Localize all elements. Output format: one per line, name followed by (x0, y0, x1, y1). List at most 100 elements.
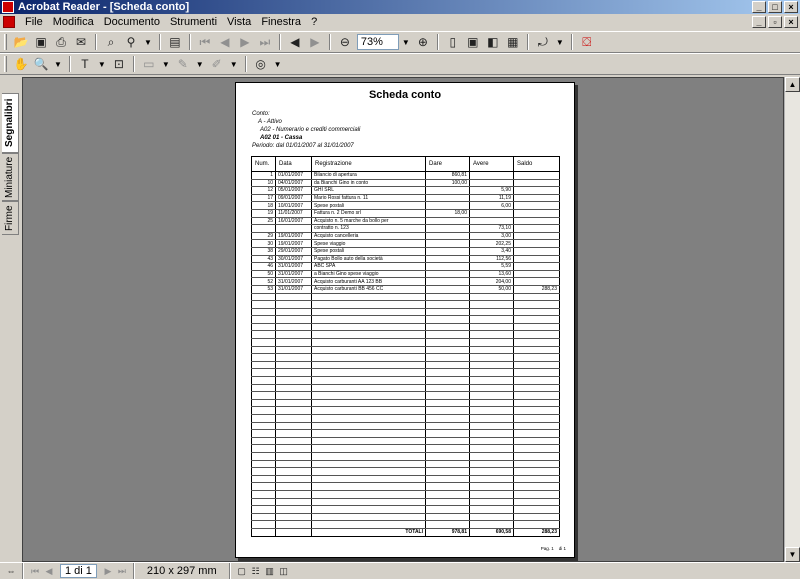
page-number-field[interactable]: 1 di 1 (60, 564, 97, 578)
single-page-icon[interactable]: ▢ (235, 564, 249, 578)
doc-minimize-button[interactable]: _ (752, 16, 766, 28)
cell-registrazione: GHI SRL (311, 186, 426, 195)
search-icon[interactable]: ⌕ (101, 33, 121, 51)
facing-icon[interactable]: ◫ (277, 564, 291, 578)
zoom-level-field[interactable]: 73% (356, 34, 399, 50)
next-view-icon[interactable]: ▶ (305, 33, 325, 51)
cell-avere: 50,00 (469, 285, 514, 294)
status-first-page-icon[interactable]: ⏮ (28, 564, 42, 578)
cell-saldo (513, 209, 560, 218)
status-prev-page-icon[interactable]: ◀ (42, 564, 56, 578)
cell-data: 31/01/2007 (275, 270, 312, 279)
blank-row (251, 437, 560, 446)
find-icon[interactable]: ⚲ (121, 33, 141, 51)
cell-saldo (513, 171, 560, 180)
text-select-icon[interactable]: T (75, 55, 95, 73)
save-icon[interactable]: ▣ (31, 33, 51, 51)
col-saldo: Saldo (513, 156, 560, 172)
stamp-tool-icon[interactable]: ◎ (251, 55, 271, 73)
fit-page-icon[interactable]: ▣ (463, 33, 483, 51)
cell-data: 05/01/2007 (275, 186, 312, 195)
toolbar-grip[interactable] (4, 34, 7, 50)
cell-dare: 18,00 (425, 209, 470, 218)
maximize-button[interactable]: □ (768, 1, 782, 13)
table-row: 25 16/01/2007 Acquisto n. 5 marche da boll… (251, 217, 560, 226)
blank-row (251, 452, 560, 461)
menu-modifica[interactable]: Modifica (48, 14, 99, 30)
table-row: 43 30/01/2007 Pagato Bollo auto della soci… (251, 255, 560, 264)
document-icon[interactable] (3, 16, 15, 28)
close-button[interactable]: × (784, 1, 798, 13)
zoom-in-icon[interactable]: ⊕ (413, 33, 433, 51)
status-next-page-icon[interactable]: ▶ (101, 564, 115, 578)
zoom-tool-icon[interactable]: 🔍 (31, 55, 51, 73)
menu-documento[interactable]: Documento (99, 14, 165, 30)
doc-restore-button[interactable]: ▫ (768, 16, 782, 28)
toggle-panel-icon[interactable]: ⇔ (4, 564, 18, 578)
email-icon[interactable]: ✉ (71, 33, 91, 51)
cell-saldo (513, 255, 560, 264)
menu-help[interactable]: ? (306, 14, 322, 30)
open-icon[interactable]: 📂 (11, 33, 31, 51)
cell-registrazione: ABC SPA (311, 262, 426, 271)
note-tool-icon[interactable]: ▭ (139, 55, 159, 73)
conto-level-2: A02 - Numerario e crediti commerciali (260, 127, 361, 133)
blank-row (251, 505, 560, 514)
col-num: Num. (251, 156, 276, 172)
print-icon[interactable]: ⎙ (51, 33, 71, 51)
menu-strumenti[interactable]: Strumenti (165, 14, 222, 30)
rotate-view-icon[interactable]: ⤾ (533, 33, 553, 51)
adobe-pdf-icon[interactable]: ⛋ (577, 33, 597, 51)
pencil-tool-icon[interactable]: ✎ (173, 55, 193, 73)
highlight-tool-icon[interactable]: ✐ (207, 55, 227, 73)
menu-finestra[interactable]: Finestra (256, 14, 306, 30)
zoom-out-icon[interactable]: ⊖ (335, 33, 355, 51)
cell-num: 50 (251, 270, 276, 279)
zoom-dropdown-icon[interactable]: ▼ (402, 38, 410, 47)
menu-vista[interactable]: Vista (222, 14, 256, 30)
cell-num: 46 (251, 262, 276, 271)
cell-registrazione: Acquisto carburanti BB 456 CC (311, 285, 426, 294)
cell-saldo (513, 239, 560, 248)
cell-saldo (513, 247, 560, 256)
cell-data: 04/01/2007 (275, 179, 312, 188)
table-row: 12 05/01/2007 GHI SRL 5,90 (251, 186, 560, 195)
doc-close-button[interactable]: × (784, 16, 798, 28)
fit-width-icon[interactable]: ◧ (483, 33, 503, 51)
tab-miniature[interactable]: Miniature (2, 153, 19, 201)
reflow-icon[interactable]: ▦ (503, 33, 523, 51)
next-page-icon[interactable]: ▶ (235, 33, 255, 51)
first-page-icon[interactable]: ⏮ (195, 33, 215, 51)
tab-firme[interactable]: Firme (2, 201, 19, 235)
scroll-up-icon[interactable]: ▲ (785, 77, 800, 92)
col-registrazione: Registrazione (311, 156, 426, 172)
scroll-down-icon[interactable]: ▼ (785, 547, 800, 562)
previous-page-icon[interactable]: ◀ (215, 33, 235, 51)
hand-tool-icon[interactable]: ✋ (11, 55, 31, 73)
navigation-pane-icon[interactable]: ▤ (165, 33, 185, 51)
cell-saldo (513, 179, 560, 188)
cell-dare (425, 186, 470, 195)
cell-saldo (513, 217, 560, 226)
tab-segnalibri[interactable]: Segnalibri (2, 93, 19, 153)
sidebar-tabs: Segnalibri Miniature Firme (0, 77, 22, 562)
cell-registrazione: Fattura n. 2 Demo srl (311, 209, 426, 218)
snapshot-icon[interactable]: ⊡ (109, 55, 129, 73)
toolbar-grip-2[interactable] (4, 56, 7, 72)
menu-file[interactable]: File (20, 14, 48, 30)
last-page-icon[interactable]: ⏭ (255, 33, 275, 51)
continuous-facing-icon[interactable]: ▥ (263, 564, 277, 578)
conto-level-1: A - Attivo (258, 119, 282, 125)
totals-label: TOTALI (311, 527, 426, 537)
previous-view-icon[interactable]: ◀ (285, 33, 305, 51)
cell-saldo (513, 262, 560, 271)
vertical-scrollbar[interactable]: ▲ ▼ (784, 77, 800, 562)
table-row: 46 31/01/2007 ABC SPA 5,59 (251, 262, 560, 271)
minimize-button[interactable]: _ (752, 1, 766, 13)
cell-registrazione: Acquisto n. 5 marche da bollo per (311, 217, 426, 226)
continuous-icon[interactable]: ☷ (249, 564, 263, 578)
cell-data: 16/01/2007 (275, 217, 312, 226)
table-row: 1 01/01/2007 Bilancio di apertura 860,81 (251, 171, 560, 180)
actual-size-icon[interactable]: ▯ (443, 33, 463, 51)
status-last-page-icon[interactable]: ⏭ (115, 564, 129, 578)
